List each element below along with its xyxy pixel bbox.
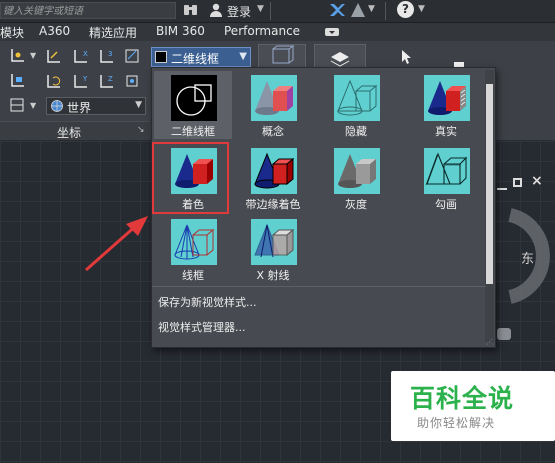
style-label: 隐藏 [345, 125, 367, 138]
style-label: 二维线框 [171, 125, 215, 138]
coordinate-system-value: 世界 [67, 101, 92, 115]
panel-title-bar: 坐标 ↘ [0, 121, 150, 140]
ucs-view-icon[interactable] [123, 47, 141, 68]
ucs-icon[interactable] [8, 47, 28, 68]
style-label: 概念 [262, 125, 284, 138]
style-label: 带边缘着色 [245, 198, 301, 211]
style-tile-wireframe[interactable]: 线框 [154, 215, 232, 283]
xray-thumbnail [251, 219, 297, 265]
wireframe-thumbnail [171, 219, 217, 265]
ucs-y-icon[interactable]: Y [72, 72, 90, 93]
concept-thumbnail [251, 75, 297, 121]
watermark-title: 百科全说 [410, 384, 515, 413]
shaded-edges-thumbnail [251, 148, 297, 194]
title-bar: 键入关键字或短语 登录 ▼ ▼ ? ▼ [0, 0, 555, 23]
svg-text:Z: Z [108, 75, 113, 83]
visual-style-dropdown[interactable]: 二维线框 ▼ [151, 47, 251, 67]
binoculars-icon[interactable] [183, 2, 197, 18]
ucs-dropdown-arrow-icon[interactable]: ▼ [30, 51, 36, 60]
ucs-named-icon[interactable] [8, 72, 28, 93]
panel-launcher-icon[interactable]: ↘ [137, 125, 145, 135]
svg-text:X: X [83, 50, 88, 58]
ribbon-tab-bar: 模块 A360 精选应用 BIM 360 Performance [0, 23, 555, 41]
realistic-thumbnail [424, 75, 470, 121]
gallery-scroll-thumb[interactable] [486, 84, 493, 284]
hidden-thumbnail [334, 75, 380, 121]
login-dropdown-arrow-icon[interactable]: ▼ [257, 4, 264, 14]
user-icon[interactable] [208, 2, 224, 21]
ucs-object-icon[interactable] [123, 72, 141, 93]
ucs-3point-icon[interactable]: 3 [98, 47, 116, 68]
coordinate-system-select[interactable]: 世界 ▼ [46, 97, 146, 115]
style-tile-xray[interactable]: X 射线 [234, 215, 312, 283]
highlight-box [152, 142, 229, 214]
tab-bim360[interactable]: BIM 360 [156, 24, 205, 38]
viewcube-east-label[interactable]: 东 [521, 248, 534, 267]
login-link[interactable]: 登录 [227, 3, 251, 20]
visual-style-manager[interactable]: 视觉样式管理器... [158, 319, 246, 335]
style-label: 灰度 [345, 198, 367, 211]
help-dropdown-arrow-icon[interactable]: ▼ [418, 4, 425, 14]
svg-text:3: 3 [108, 50, 112, 58]
tab-a360[interactable]: A360 [39, 24, 70, 38]
divider [152, 286, 486, 287]
style-tile-hidden[interactable]: 隐藏 [317, 71, 395, 139]
help-icon[interactable]: ? [397, 1, 414, 18]
style-tile-shaded-edges[interactable]: 带边缘着色 [234, 144, 312, 212]
close-viewport-icon[interactable]: × [531, 173, 543, 189]
tab-performance[interactable]: Performance [224, 24, 300, 38]
annotation-arrow-icon [85, 216, 148, 272]
ucs-world-icon[interactable] [45, 47, 63, 68]
style-tile-realistic[interactable]: 真实 [407, 71, 485, 139]
a360-icon[interactable] [349, 1, 367, 22]
ucs-viewcube-icon[interactable] [497, 328, 511, 340]
chevron-down-icon: ▼ [239, 51, 247, 62]
watermark-badge: 百科全说 助你轻松解决 [391, 371, 555, 441]
ucs-origin-dropdown-arrow-icon[interactable]: ▼ [30, 101, 36, 110]
minimize-viewport-icon[interactable] [497, 180, 507, 190]
panel-title: 坐标 [57, 126, 82, 140]
window-controls-area [430, 0, 555, 22]
style-label: 勾画 [435, 198, 457, 211]
maximize-viewport-icon[interactable] [513, 178, 522, 187]
ucs-z-icon[interactable]: Z [98, 72, 116, 93]
divider [385, 2, 386, 20]
wireframe-2d-icon [155, 51, 167, 63]
resize-grip-icon[interactable]: ⋰ [486, 338, 493, 346]
globe-icon [50, 99, 64, 116]
style-label: X 射线 [256, 269, 290, 282]
watermark-subtitle: 助你轻松解决 [417, 416, 496, 430]
visual-style-current: 二维线框 [171, 52, 220, 66]
style-tile-sketchy[interactable]: 勾画 [407, 144, 485, 212]
ucs-previous-icon[interactable] [45, 72, 63, 93]
svg-text:Y: Y [82, 75, 88, 83]
ucs-origin-icon[interactable] [8, 97, 28, 118]
divider [270, 2, 271, 20]
chevron-down-icon: ▼ [135, 100, 142, 110]
wireframe-2d-thumbnail [171, 75, 217, 121]
tab-overflow-icon[interactable] [324, 25, 340, 42]
tab-featured-apps[interactable]: 精选应用 [89, 24, 137, 41]
style-label: 真实 [435, 125, 457, 138]
sketchy-thumbnail [424, 148, 470, 194]
save-as-new-visual-style[interactable]: 保存为新视觉样式... [158, 294, 257, 310]
style-tile-wireframe2d[interactable]: 二维线框 [154, 71, 232, 139]
a360-dropdown-arrow-icon[interactable]: ▼ [368, 4, 375, 14]
style-label: 线框 [182, 269, 204, 282]
tab-modules[interactable]: 模块 [0, 24, 24, 41]
ucs-x-icon[interactable]: X [72, 47, 90, 68]
style-tile-grayscale[interactable]: 灰度 [317, 144, 395, 212]
search-input[interactable]: 键入关键字或短语 [0, 2, 176, 19]
style-tile-concept[interactable]: 概念 [234, 71, 312, 139]
grayscale-thumbnail [334, 148, 380, 194]
exchange-icon[interactable] [328, 1, 346, 22]
